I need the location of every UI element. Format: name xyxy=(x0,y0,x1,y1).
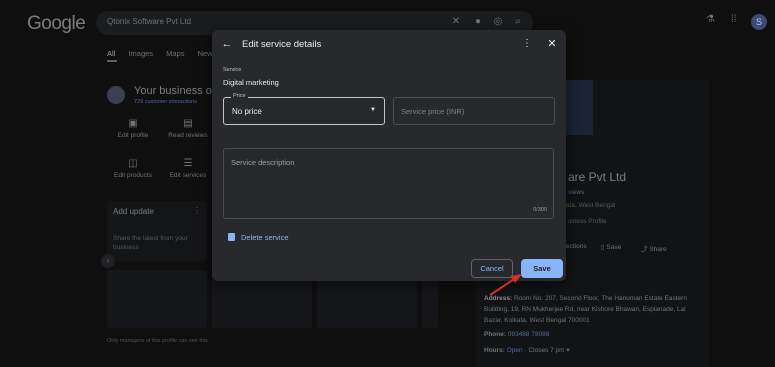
edit-services-button[interactable]: ☰ Edit services xyxy=(160,158,216,179)
panel-address: Address: Room No. 207, Second Floor, The… xyxy=(484,295,687,324)
save-place-button[interactable]: ▯ Save xyxy=(601,243,621,251)
clear-icon[interactable]: ✕ xyxy=(450,16,462,28)
panel-profile-badge: siness Profile xyxy=(568,218,607,225)
panel-location: ata, West Bengal xyxy=(566,202,616,209)
service-price-placeholder: Service price (INR) xyxy=(401,107,465,116)
cancel-button[interactable]: Cancel xyxy=(471,259,513,278)
share-button[interactable]: ⤴ Share xyxy=(641,243,667,253)
delete-service-button[interactable]: Delete service xyxy=(228,233,289,242)
review-icon: ▤ xyxy=(183,118,193,129)
add-update-card[interactable]: Add update Share the latest from your bu… xyxy=(107,201,207,261)
managers-note: Only managers of this profile can see th… xyxy=(107,338,208,344)
description-placeholder: Service description xyxy=(231,158,295,167)
business-avatar xyxy=(107,86,125,104)
search-query[interactable]: Qtonix Software Pvt Ltd xyxy=(107,17,191,26)
carousel-prev-button[interactable]: ‹ xyxy=(101,254,115,268)
business-title: Your business on xyxy=(134,85,218,97)
dropdown-caret-icon: ▼ xyxy=(370,107,376,113)
price-select[interactable]: Price No price ▼ xyxy=(223,93,385,125)
labs-icon[interactable]: ⚗ xyxy=(706,14,715,25)
more-vert-icon[interactable]: ⋮ xyxy=(193,206,201,215)
lens-icon[interactable]: ◎ xyxy=(492,16,504,28)
save-button[interactable]: Save xyxy=(521,259,563,278)
apps-icon[interactable]: ⁞⁞ xyxy=(731,14,737,25)
mic-icon[interactable]: ● xyxy=(472,16,484,28)
search-icon[interactable]: ⌕ xyxy=(512,16,524,28)
service-label: Service xyxy=(223,67,242,73)
edit-profile-button[interactable]: ▣ Edit profile xyxy=(105,118,161,139)
store-icon: ▣ xyxy=(128,118,138,129)
account-avatar[interactable]: S xyxy=(751,14,767,30)
bag-icon: ◫ xyxy=(128,158,138,169)
price-legend: Price xyxy=(231,93,248,99)
panel-hours: Hours: Open · Closes 7 pm ▾ xyxy=(484,347,570,354)
service-description-input[interactable]: Service description 0/300 xyxy=(223,148,554,219)
price-selected-value: No price xyxy=(232,107,262,116)
more-options-icon[interactable]: ⋮ xyxy=(521,37,533,51)
panel-reviews-link[interactable]: views xyxy=(568,189,584,196)
panel-business-name: are Pvt Ltd xyxy=(568,170,627,184)
add-update-body: Share the latest from your business xyxy=(113,235,188,251)
tab-all[interactable]: All xyxy=(107,49,115,58)
list-icon: ☰ xyxy=(183,158,193,169)
service-name: Digital marketing xyxy=(223,78,279,87)
directions-button[interactable]: ections xyxy=(566,243,587,250)
search-tabs: All Images Maps News xyxy=(107,49,227,58)
update-template-card[interactable] xyxy=(107,270,207,328)
business-interactions[interactable]: 729 customer interactions xyxy=(134,99,197,105)
tab-maps[interactable]: Maps xyxy=(166,49,184,58)
screen: Google Qtonix Software Pvt Ltd ✕ ● ◎ ⌕ ⚗… xyxy=(0,0,775,367)
panel-phone: Phone: 093488 78088 xyxy=(484,331,550,338)
tab-images[interactable]: Images xyxy=(128,49,153,58)
active-tab-indicator xyxy=(107,60,117,62)
edit-service-dialog: ← Edit service details ⋮ ✕ Service Digit… xyxy=(212,30,566,281)
back-arrow-icon[interactable]: ← xyxy=(220,37,234,51)
close-icon[interactable]: ✕ xyxy=(545,37,559,51)
google-logo[interactable]: Google xyxy=(27,13,86,35)
trash-icon xyxy=(228,233,235,241)
panel-map-image[interactable] xyxy=(565,80,593,135)
read-reviews-button[interactable]: ▤ Read reviews xyxy=(160,118,216,139)
character-counter: 0/300 xyxy=(533,207,547,213)
service-price-input[interactable]: Service price (INR) xyxy=(393,97,555,125)
add-update-title: Add update xyxy=(113,207,154,216)
dialog-title: Edit service details xyxy=(242,39,322,50)
edit-products-button[interactable]: ◫ Edit products xyxy=(105,158,161,179)
